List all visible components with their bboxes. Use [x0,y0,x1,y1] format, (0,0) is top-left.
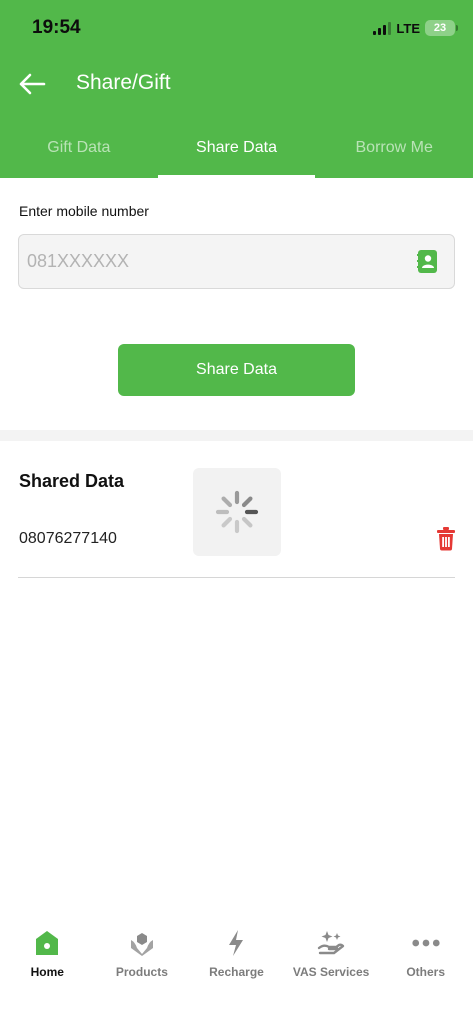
page-title: Share/Gift [76,71,171,94]
row-divider [18,577,455,578]
nav-recharge-label: Recharge [209,965,264,979]
nav-home-label: Home [30,965,64,979]
signal-icon [373,21,392,35]
bottom-navigation: Home Products Recharge VAS Services Othe… [0,920,473,1024]
mobile-number-input[interactable] [27,235,407,288]
arrow-left-icon [19,73,46,95]
trash-icon [437,527,455,551]
status-time: 19:54 [32,17,81,38]
nav-others-label: Others [406,965,446,979]
home-icon [33,929,61,957]
tab-gift-data[interactable]: Gift Data [0,130,158,178]
contacts-button[interactable] [417,249,438,274]
nav-products[interactable]: Products [95,920,190,1024]
lightning-icon [222,929,250,957]
delete-button[interactable] [435,527,457,551]
mobile-number-label: Enter mobile number [19,203,149,219]
battery-icon: 23 [425,20,458,36]
products-icon [128,929,156,957]
tab-bar: Gift Data Share Data Borrow Me [0,130,473,178]
contact-book-icon [417,250,437,273]
status-indicators: LTE 23 [373,20,458,36]
app-header: 19:54 LTE 23 Share/Gift Gift Data Share … [0,0,473,178]
tab-borrow-me[interactable]: Borrow Me [315,130,473,178]
nav-products-label: Products [115,965,168,979]
nav-home[interactable]: Home [0,920,95,1024]
loading-spinner [193,468,281,556]
section-divider [0,430,473,441]
back-button[interactable] [16,70,48,98]
nav-others[interactable]: Others [378,920,473,1024]
tab-share-data[interactable]: Share Data [157,130,316,178]
spinner-icon [215,490,259,534]
shared-data-title: Shared Data [19,471,125,491]
nav-vas-services-label: VAS Services [292,965,370,979]
mobile-number-field [18,234,455,289]
nav-recharge[interactable]: Recharge [189,920,284,1024]
battery-level: 23 [433,22,447,34]
shared-phone-number: 08076277140 [19,530,117,547]
more-dots-icon [412,929,440,957]
share-data-button[interactable]: Share Data [118,344,355,396]
nav-vas-services[interactable]: VAS Services [284,920,379,1024]
vas-icon [317,929,345,957]
network-type: LTE [396,20,420,36]
